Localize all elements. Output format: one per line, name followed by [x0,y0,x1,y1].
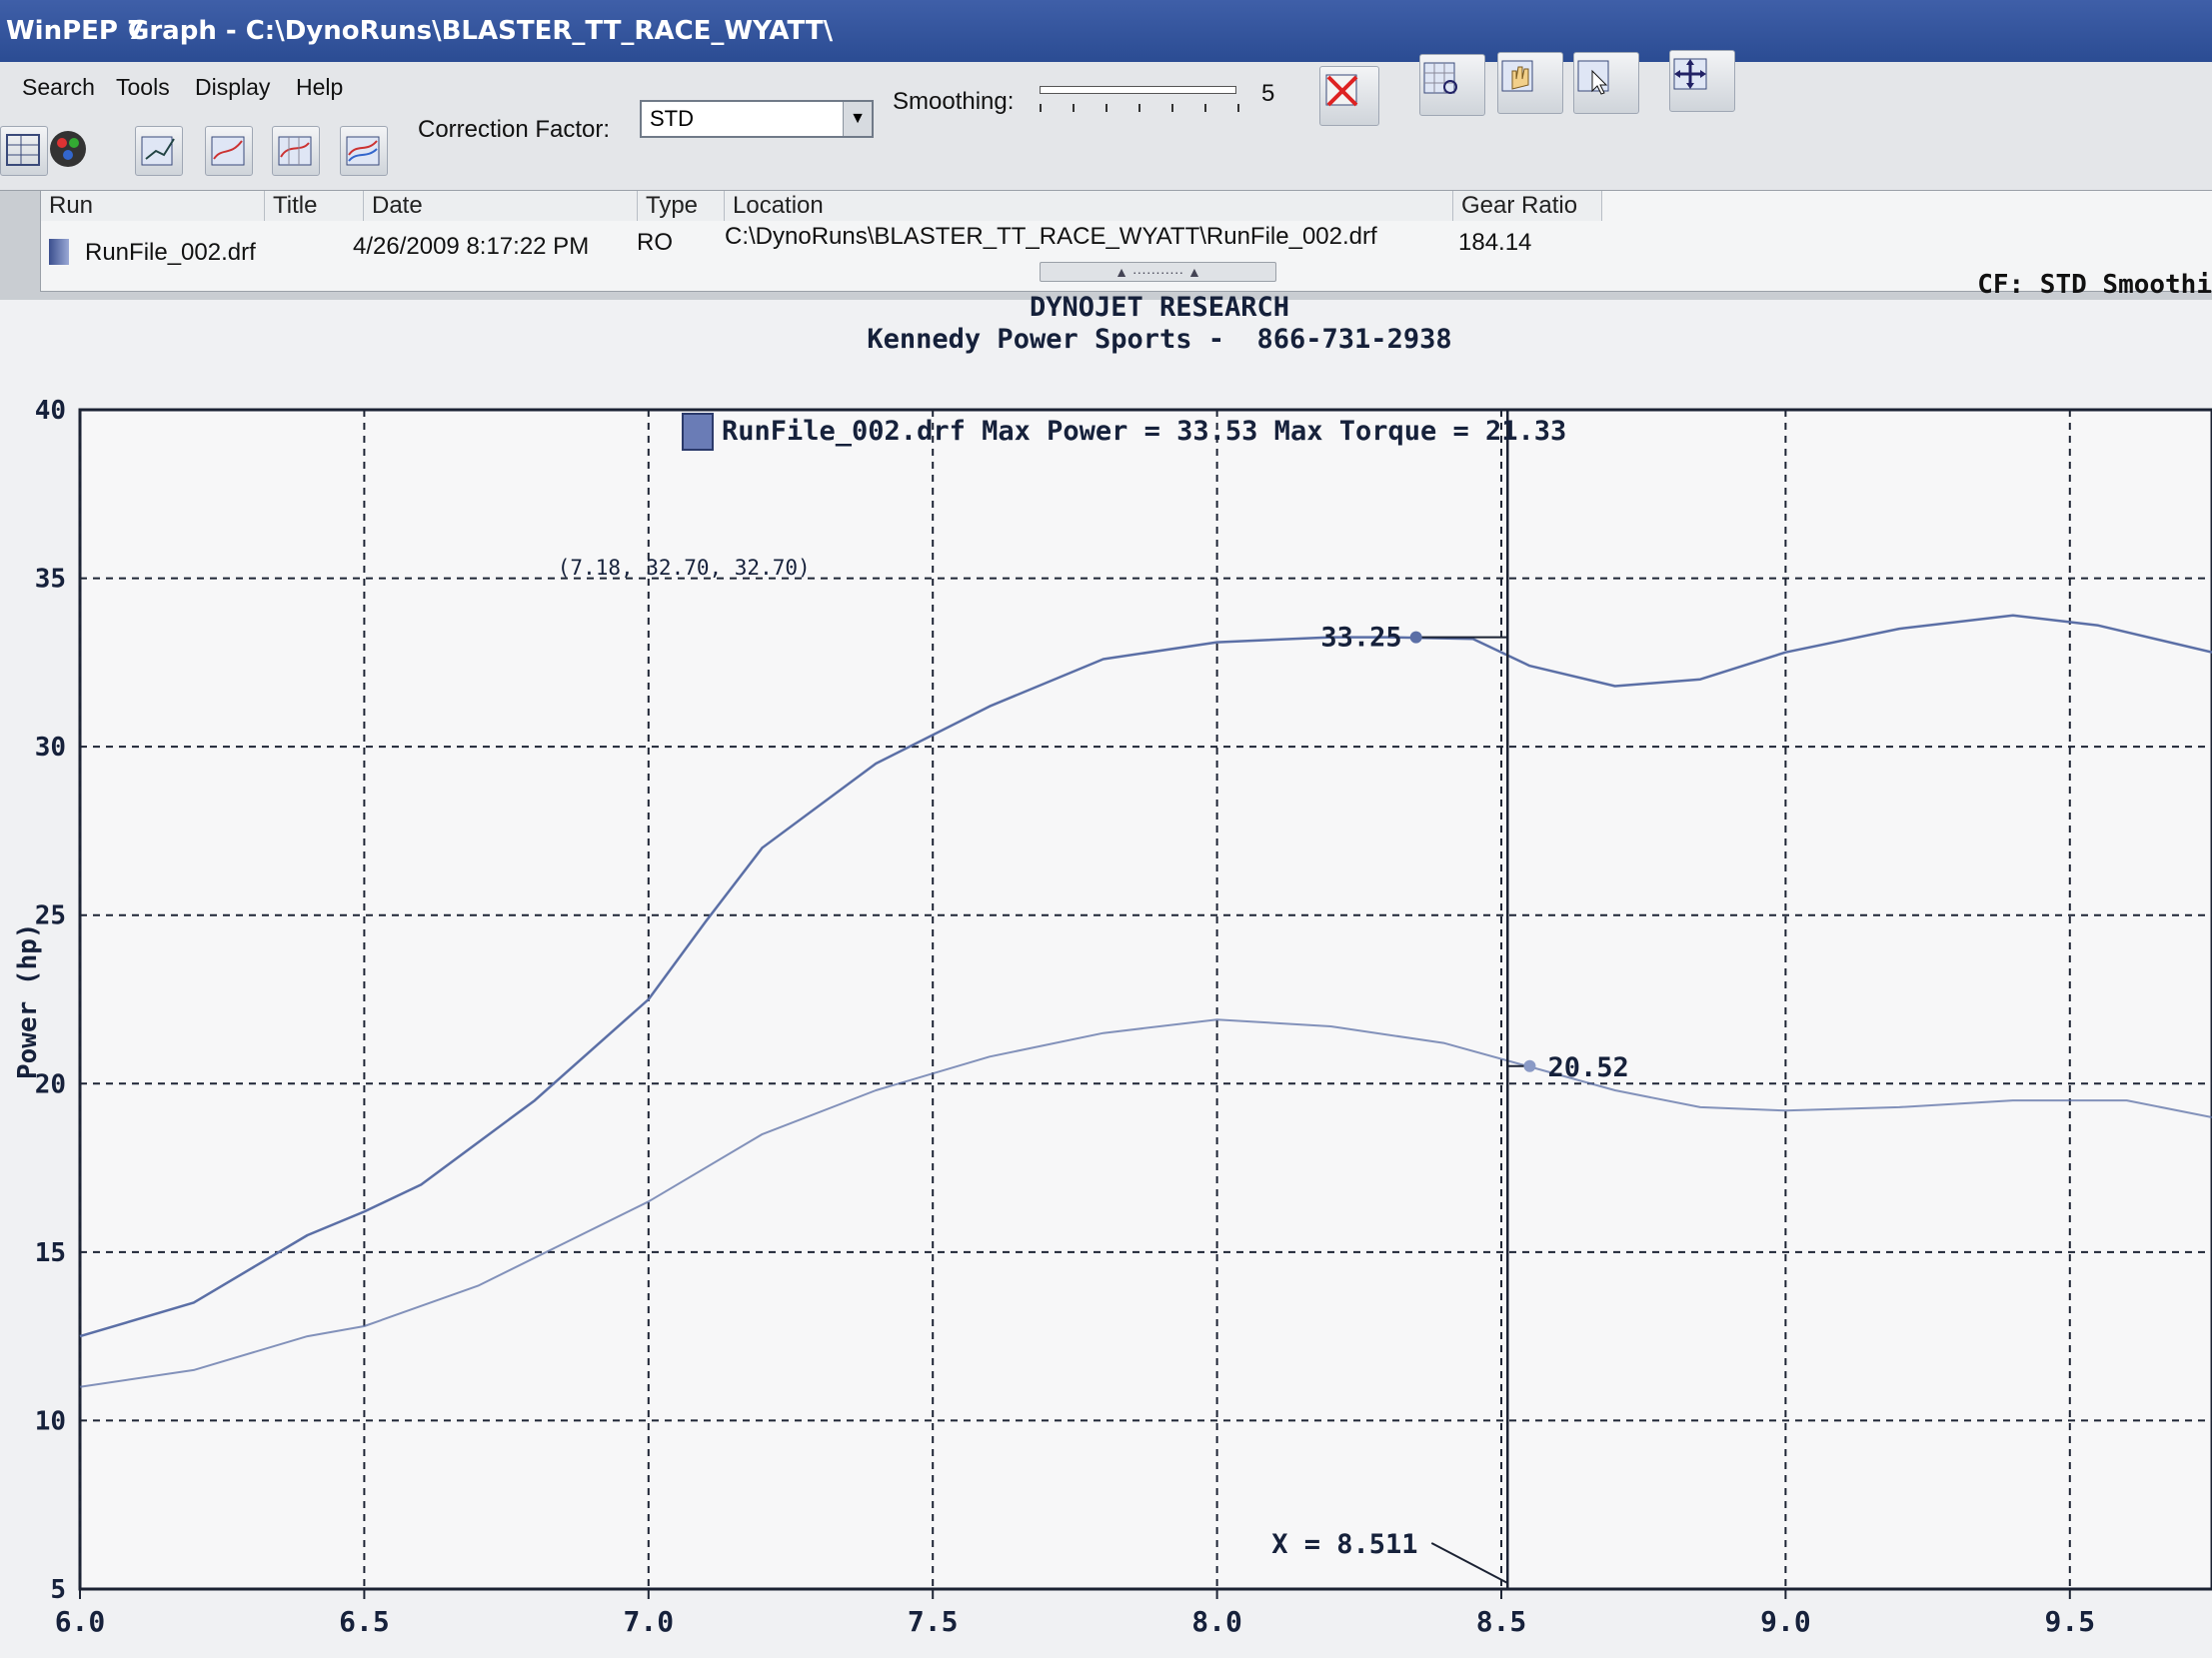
x-tick-label: 8.0 [1191,1605,1242,1638]
legend-text: RunFile_002.drf Max Power = 33.53 Max To… [722,416,1566,447]
x-tick-label: 9.5 [2045,1605,2096,1638]
cursor-x-label: X = 8.511 [1271,1529,1417,1560]
y-tick-label: 40 [35,396,66,426]
x-tick-label: 7.0 [624,1605,675,1638]
y-tick-label: 30 [35,733,66,763]
y-tick-label: 5 [50,1575,66,1605]
x-tick-label: 9.0 [1760,1605,1811,1638]
dyno-plot: 6.0 6.5 7.0 7.5 8.0 8.5 9.0 9.5403530252015105 … [13,396,2212,1638]
x-tick-label: 6.5 [339,1605,390,1638]
y-tick-label: 10 [35,1406,66,1436]
power-cursor-value: 33.25 [1320,623,1401,654]
y-tick-label: 15 [35,1238,66,1268]
legend-swatch [682,413,714,451]
plot-frame [78,408,2212,1591]
x-tick-label: 6.0 [55,1605,106,1638]
power-cursor-marker [1409,631,1422,644]
torque-cursor-marker [1523,1059,1536,1072]
y-axis-label: Power (hp) [13,922,43,1079]
x-tick-label: 8.5 [1476,1605,1527,1638]
torque-cursor-value: 20.52 [1547,1052,1628,1083]
point-readout-label: (7.18, 32.70, 32.70) [558,556,811,580]
y-tick-label: 35 [35,565,66,595]
x-tick-label: 7.5 [908,1605,959,1638]
